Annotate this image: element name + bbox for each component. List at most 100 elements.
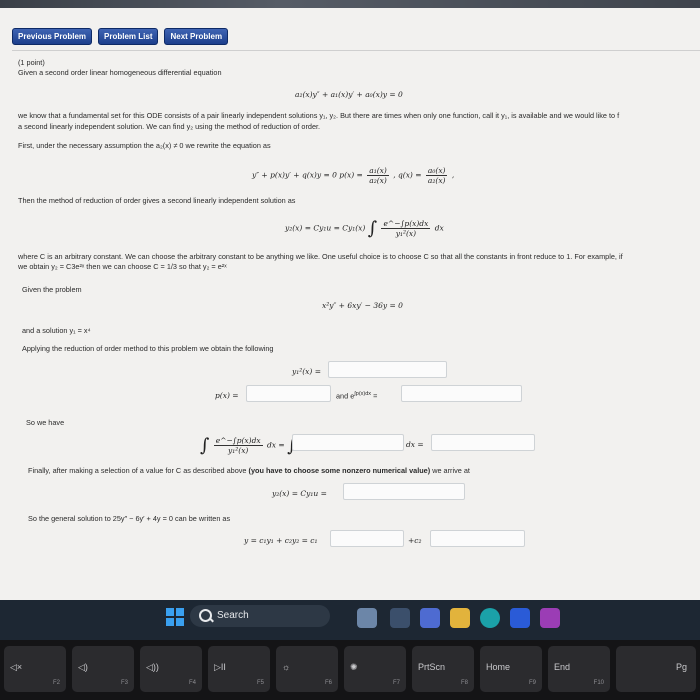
general-solution-text: So the general solution to 25y″ − 6y′ + … [28,514,231,523]
key-pgup: Pg [616,646,696,692]
apply-text: Applying the reduction of order method t… [22,344,274,353]
equation-general: a₂(x)y″ + a₁(x)y′ + a₀(x)y = 0 [295,90,403,99]
key-f9-sub: F9 [528,680,536,686]
key-f3: ◁) F3 [72,646,134,692]
given-solution: and a solution y₁ = x⁴ [22,326,91,335]
integrand-input[interactable] [292,434,404,451]
integral-result-input[interactable] [431,434,535,451]
exp-integral-input[interactable] [401,385,522,402]
and-e-equals: = [373,391,378,401]
key-f2-label: ◁× [10,662,23,672]
problem-navigation: Previous Problem Problem List Next Probl… [12,28,229,45]
windows-taskbar [0,600,700,640]
eq3-numerator: e^−∫p(x)dx [381,219,431,229]
key-f4-sub: F4 [188,680,196,686]
c2-label: +c₂ [408,536,422,545]
next-problem-button[interactable]: Next Problem [164,28,229,45]
paragraph-fundamental-set: we know that a fundamental set for this … [18,111,620,120]
paragraph-method: Then the method of reduction of order gi… [18,196,296,205]
key-f6: ☼ F6 [276,646,338,692]
paragraph-assumption: First, under the necessary assumption th… [18,141,271,150]
edge-browser-icon[interactable] [480,608,500,628]
y2-input[interactable] [343,483,465,500]
key-f4: ◁)) F4 [140,646,202,692]
paragraph-reduction: a second linearly independent solution. … [18,122,321,131]
and-e-exponent: ∫p(x)dx [354,391,372,397]
integral-sign: ∫ [367,218,378,239]
integrand-denominator: y₁²(x) [228,446,249,455]
equation-y2: y₂(x) = Cy₁u = Cy₁(x) ∫ e^−∫p(x)dx y₁²(x)… [285,218,444,239]
onenote-icon[interactable] [540,608,560,628]
finally-text: Finally, after making a selection of a v… [28,466,470,475]
search-icon [199,609,212,622]
key-f6-sub: F6 [324,680,332,686]
widgets-icon[interactable] [357,608,377,628]
teams-icon[interactable] [420,608,440,628]
eq3-lhs: y₂(x) = Cy₁u = Cy₁(x) [285,223,366,233]
integral-dx-label: dx = [406,440,424,449]
so-we-have-label: So we have [26,418,65,427]
integrand-numerator: e^−∫p(x)dx [213,436,263,446]
integral-mid: dx = [267,440,285,450]
c2-term-input[interactable] [430,530,525,547]
file-explorer-icon[interactable] [450,608,470,628]
key-f10-sub: F10 [593,680,604,686]
key-f5-label: ▷II [214,662,226,672]
p-x-input[interactable] [246,385,331,402]
p-numerator: a₁(x) [367,166,389,176]
given-problem-label: Given the problem [22,285,82,294]
and-e-label: and e∫p(x)dx = [336,391,377,400]
key-f5-sub: F5 [256,680,264,686]
key-f7-label: ✺ [350,662,358,672]
key-f3-label: ◁) [78,662,88,672]
and-e-text: and e [336,391,355,401]
key-f8-sub: F8 [460,680,468,686]
key-f10: End F10 [548,646,610,692]
eq3-denominator: y₁²(x) [395,229,417,238]
search-label: Search [217,610,249,621]
windows-start-icon[interactable] [166,608,186,628]
q-denominator: a₂(x) [427,176,446,185]
y2-label: y₂(x) = Cy₁u = [272,489,327,498]
intro-text: Given a second order linear homogeneous … [18,68,222,77]
key-f8: PrtScn F8 [412,646,474,692]
problem-list-button[interactable]: Problem List [98,28,159,45]
q-numerator: a₀(x) [425,166,448,176]
key-f9: Home F9 [480,646,542,692]
finally-a: Finally, after making a selection of a v… [28,466,247,475]
key-f10-label: End [554,662,571,672]
eq3-dx: dx [434,223,444,233]
p-x-label: p(x) = [215,391,239,400]
y1-squared-label: y₁²(x) = [292,367,322,376]
eq2-end: , [451,170,455,180]
key-f2: ◁× F2 [4,646,66,692]
key-f9-label: Home [486,662,511,672]
key-f7: ✺ F7 [344,646,406,692]
integral-sign-left: ∫ [200,435,210,456]
task-view-icon[interactable] [390,608,410,628]
paragraph-constant: where C is an arbitrary constant. We can… [18,252,623,261]
key-f2-sub: F2 [52,680,60,686]
equation-given: x²y″ + 6xy′ − 36y = 0 [322,301,403,310]
key-f6-label: ☼ [282,662,291,672]
key-pgup-label: Pg [676,662,688,672]
key-f3-sub: F3 [120,680,128,686]
points-label: (1 point) [18,58,45,67]
webwork-problem-page: Previous Problem Problem List Next Probl… [0,8,700,600]
key-f8-label: PrtScn [418,662,446,672]
key-f5: ▷II F5 [208,646,270,692]
key-f7-sub: F7 [392,680,400,686]
word-icon[interactable] [510,608,530,628]
eq2-mid: , q(x) = [393,170,422,180]
previous-problem-button[interactable]: Previous Problem [12,28,93,45]
integral-expression: ∫ e^−∫p(x)dxy₁²(x) dx = ∫ [200,435,296,456]
c1-term-input[interactable] [330,530,404,547]
key-f4-label: ◁)) [146,662,159,672]
paragraph-example: we obtain y₂ = C3e²ˣ then we can choose … [18,262,227,271]
finally-c: we arrive at [432,466,470,475]
equation-standard-form: y″ + p(x)y′ + q(x)y = 0 p(x) = a₁(x) a₂(x… [252,166,454,185]
eq2-lhs: y″ + p(x)y′ + q(x)y = 0 p(x) = [252,170,363,180]
taskbar-search-box[interactable]: Search [190,605,330,627]
general-solution-label: y = c₁y₁ + c₂y₂ = c₁ [244,536,318,545]
y1-squared-input[interactable] [328,361,447,378]
